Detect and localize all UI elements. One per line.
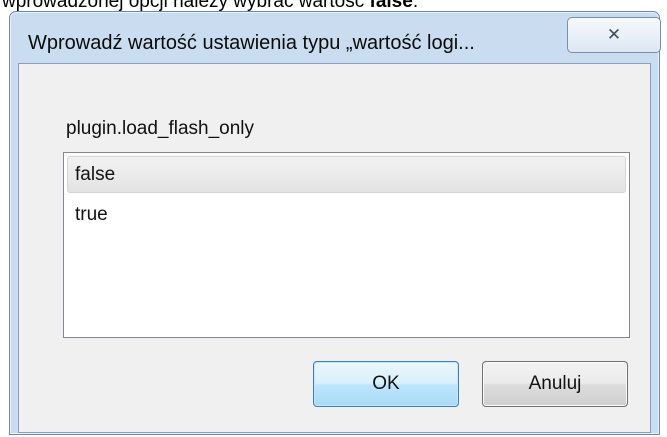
setting-name-label: plugin.load_flash_only	[66, 118, 255, 139]
cancel-button[interactable]: Anuluj	[482, 361, 628, 407]
dialog-body: plugin.load_flash_only false true OK Anu…	[18, 63, 651, 433]
title-bar[interactable]: Wprowadź wartość ustawienia typu „wartoś…	[10, 12, 659, 62]
dialog-title: Wprowadź wartość ustawienia typu „wartoś…	[28, 32, 475, 54]
list-item-true[interactable]: true	[67, 196, 626, 233]
list-item-false[interactable]: false	[67, 156, 626, 193]
ok-button[interactable]: OK	[313, 361, 459, 407]
value-listbox[interactable]: false true	[63, 152, 630, 338]
close-button[interactable]: ✕	[567, 17, 661, 53]
dialog-window: Wprowadź wartość ustawienia typu „wartoś…	[9, 11, 661, 435]
close-icon: ✕	[606, 25, 622, 45]
